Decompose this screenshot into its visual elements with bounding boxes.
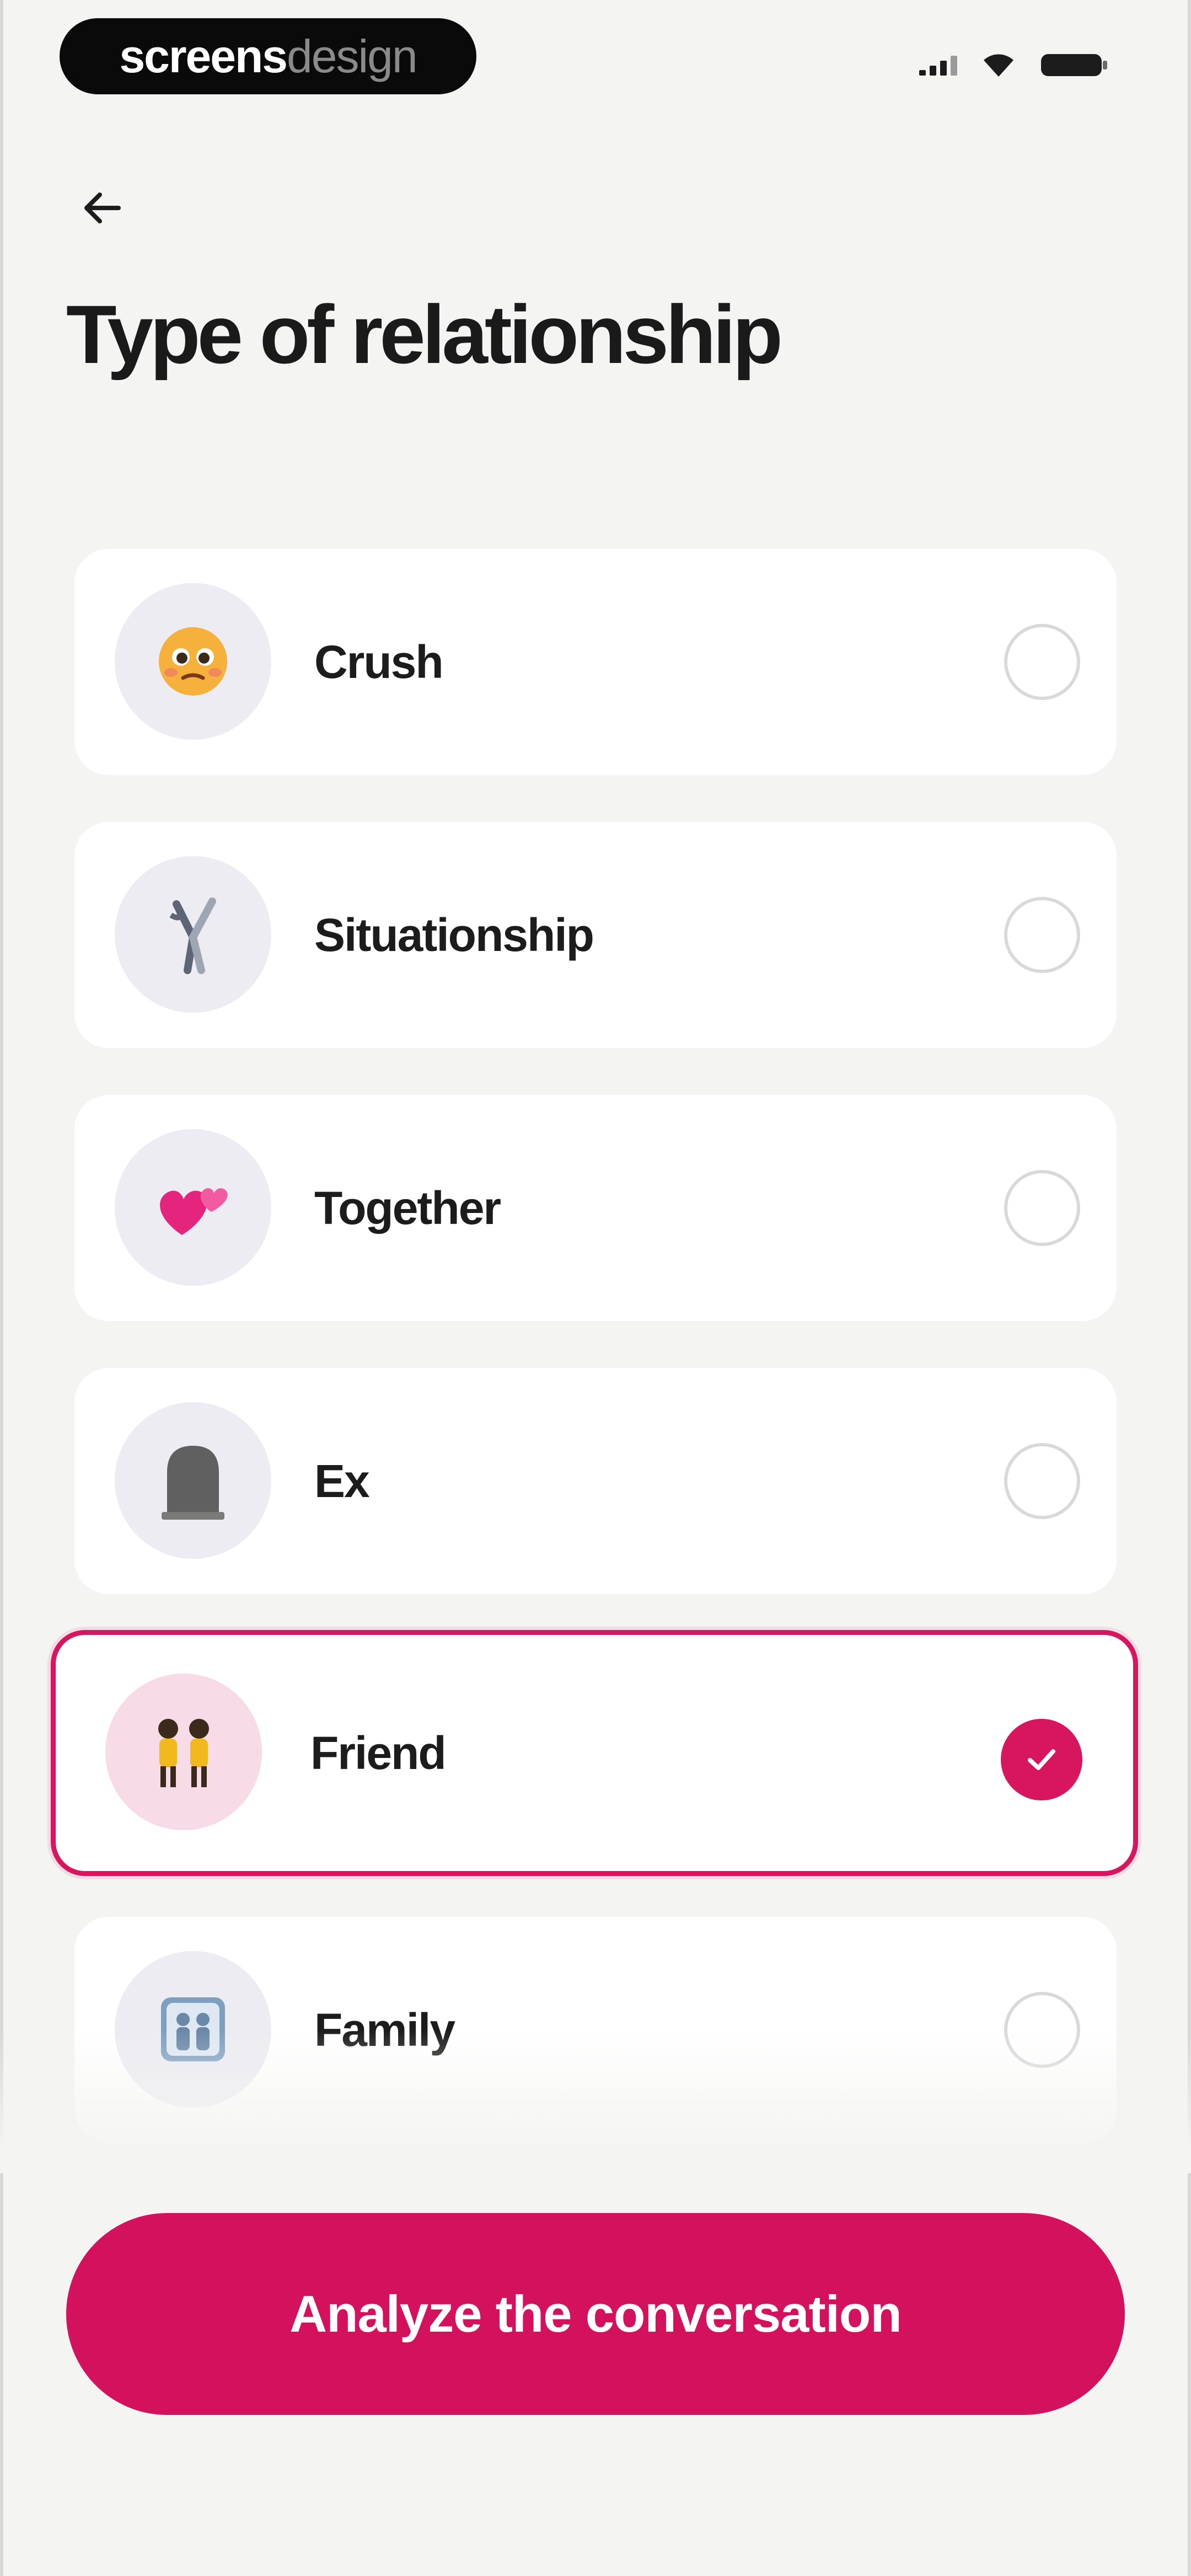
option-together[interactable]: Together [74,1095,1117,1321]
pleading-face-icon [159,627,227,696]
brand-badge: screens design [60,18,476,94]
radio-button[interactable] [1004,624,1080,700]
checkmark-icon [1028,1749,1055,1770]
icon-container [105,1674,262,1830]
status-icons [919,51,1108,79]
icon-container [115,1129,271,1286]
option-ex[interactable]: Ex [74,1368,1117,1594]
icon-container [115,856,271,1013]
option-label: Ex [314,1455,370,1507]
icon-container [115,583,271,740]
option-label: Crush [314,635,444,688]
analyze-conversation-button[interactable]: Analyze the conversation [66,2213,1125,2415]
selected-check[interactable] [1001,1719,1082,1800]
radio-button[interactable] [1004,1443,1080,1519]
battery-icon [1041,54,1107,76]
option-label: Friend [310,1727,447,1779]
brand-text-primary: screens [119,30,288,82]
brand-text-secondary: design [287,30,418,82]
tangled-ribbon-icon [169,897,216,974]
two-hearts-icon [160,1188,228,1235]
option-friend[interactable]: Friend [51,1630,1138,1876]
back-button[interactable] [77,183,127,233]
arrow-left-icon [84,193,121,223]
list-fade-overlay [0,2030,1191,2173]
radio-button[interactable] [1004,897,1080,973]
headstone-icon [162,1446,224,1520]
wifi-icon [984,54,1013,77]
option-label: Together [314,1182,501,1234]
page-title: Type of relationship [66,288,783,381]
two-people-icon [158,1719,209,1787]
option-situationship[interactable]: Situationship [74,822,1117,1048]
option-crush[interactable]: Crush [74,549,1117,775]
cellular-signal-icon [919,55,957,76]
icon-container [115,1402,271,1559]
radio-button[interactable] [1004,1170,1080,1246]
option-label: Situationship [314,908,594,961]
